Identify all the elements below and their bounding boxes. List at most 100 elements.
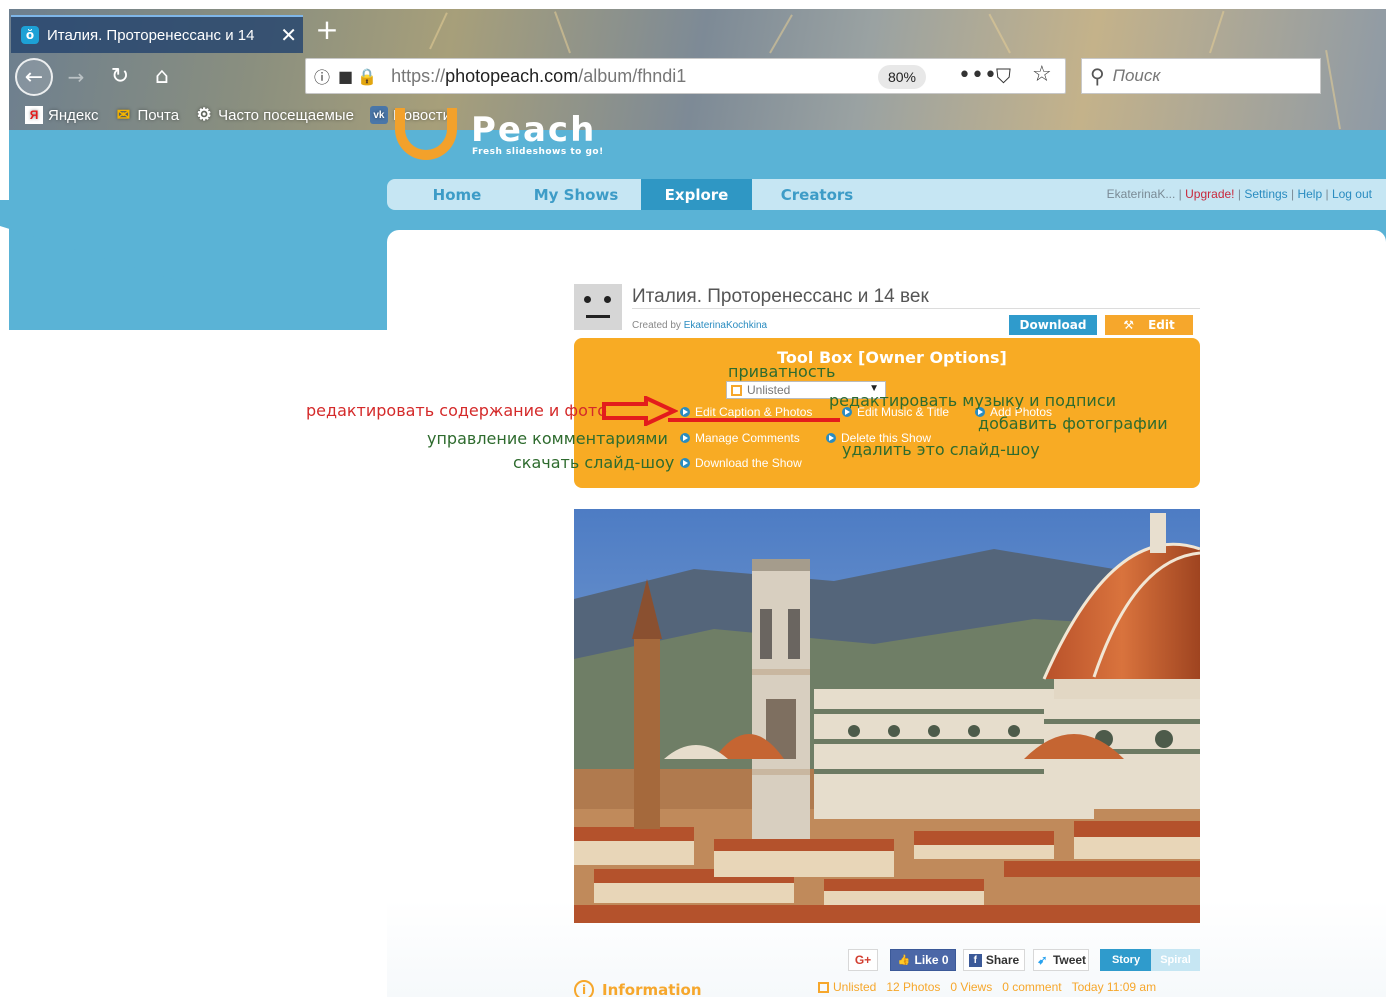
nav-creators[interactable]: Creators: [752, 179, 882, 210]
tab-bar: ŏ Италия. Проторенессанс и 14 ✕ +: [9, 9, 1386, 53]
logo-text: Peach: [471, 110, 597, 150]
annotation-download-show: скачать слайд-шоу: [513, 453, 675, 472]
browser-chrome: ŏ Италия. Проторенессанс и 14 ✕ + ← → ↻ …: [9, 9, 1386, 130]
header-swoosh: [0, 200, 387, 330]
yandex-icon: Я: [25, 106, 43, 124]
like-label: Like 0: [914, 953, 949, 967]
thumbs-up-icon: 👍: [897, 954, 911, 966]
address-bar[interactable]: ⓘ ■ 🔒 https://photopeach.com/album/fhndi…: [305, 58, 1066, 94]
bookmarks-toolbar: Я Яндекс ✉ Почта ⚙ Часто посещаемые vk Н…: [9, 101, 1386, 129]
privacy-value: Unlisted: [747, 383, 791, 397]
reload-button[interactable]: ↻: [105, 61, 135, 91]
help-link[interactable]: Help: [1297, 187, 1322, 201]
facebook-like-button[interactable]: 👍 Like 0: [890, 949, 956, 971]
edit-caption-photos-link[interactable]: Edit Caption & Photos: [680, 405, 812, 419]
bookmark-mail[interactable]: ✉ Почта: [114, 106, 180, 125]
annotation-edit-music: редактировать музыку и подписи: [829, 391, 1117, 410]
nav-explore[interactable]: Explore: [641, 179, 752, 210]
avatar-mouth: [586, 315, 610, 318]
peach-logo-icon: [395, 108, 457, 160]
pocket-icon[interactable]: ⛉: [996, 64, 1011, 88]
annotation-underline: [668, 418, 840, 422]
option-label: Manage Comments: [695, 431, 800, 445]
logo-tagline: Fresh slideshows to go!: [472, 147, 604, 157]
stat-privacy: Unlisted: [833, 980, 877, 994]
screen: ŏ Италия. Проторенессанс и 14 ✕ + ← → ↻ …: [0, 0, 1386, 997]
info-icon[interactable]: ⓘ: [314, 64, 330, 88]
new-tab-button[interactable]: +: [312, 16, 342, 46]
show-stats: Unlisted 12 Photos 0 Views 0 comment Tod…: [818, 980, 1166, 994]
search-placeholder: Поиск: [1112, 66, 1161, 85]
stat-photos: 12 Photos: [886, 980, 941, 994]
toolbox-title: Tool Box [Owner Options]: [777, 348, 1007, 367]
annotation-manage-comments: управление комментариями: [427, 429, 668, 448]
logout-link[interactable]: Log out: [1332, 187, 1372, 201]
mail-icon: ✉: [116, 107, 131, 124]
edit-label: Edit: [1148, 318, 1175, 332]
bookmark-most-visited[interactable]: ⚙ Часто посещаемые: [195, 105, 354, 124]
url-text: https://photopeach.com/album/fhndi1: [391, 65, 687, 86]
lock-icon[interactable]: 🔒: [357, 67, 377, 86]
browser-tab[interactable]: ŏ Италия. Проторенессанс и 14 ✕: [11, 15, 303, 53]
bookmark-yandex[interactable]: Я Яндекс: [25, 106, 98, 124]
user-name[interactable]: EkaterinaK...: [1107, 187, 1176, 201]
stat-views: 0 Views: [950, 980, 993, 994]
google-plus-button[interactable]: G+: [848, 949, 878, 971]
play-bullet-icon: [680, 407, 690, 417]
edit-button[interactable]: ⚒ Edit: [1105, 315, 1193, 335]
bookmark-label: Почта: [137, 106, 180, 124]
information-heading: i Information: [574, 980, 702, 997]
upgrade-link[interactable]: Upgrade!: [1185, 187, 1234, 201]
home-button[interactable]: ⌂: [147, 61, 177, 91]
settings-link[interactable]: Settings: [1244, 187, 1287, 201]
story-view-button[interactable]: Story: [1100, 949, 1152, 971]
wrench-icon: ⚒: [1123, 318, 1135, 332]
tweet-button[interactable]: ➹ Tweet: [1033, 949, 1089, 971]
forward-button[interactable]: →: [61, 62, 91, 92]
avatar[interactable]: [574, 284, 622, 330]
stat-comments: 0 comment: [1002, 980, 1062, 994]
avatar-eye: [604, 296, 611, 303]
author-link[interactable]: EkaterinaKochkina: [684, 320, 767, 331]
avatar-eye: [584, 296, 591, 303]
facebook-share-button[interactable]: f Share: [963, 949, 1025, 971]
site-logo[interactable]: Peach Fresh slideshows to go!: [395, 108, 655, 160]
nav-home[interactable]: Home: [387, 179, 527, 210]
share-label: Share: [985, 953, 1020, 967]
annotation-edit-content: редактировать содержание и фото: [306, 401, 607, 420]
stat-date: Today 11:09 am: [1071, 980, 1157, 994]
search-icon: ⚲: [1090, 64, 1105, 88]
facebook-icon: f: [968, 953, 982, 967]
download-button[interactable]: Download: [1009, 315, 1097, 335]
close-icon[interactable]: ✕: [280, 23, 297, 47]
title-divider: [632, 308, 1200, 309]
checkbox-icon: [731, 384, 742, 396]
annotation-privacy: приватность: [728, 362, 836, 381]
play-bullet-icon: [826, 433, 836, 443]
option-label: Download the Show: [695, 456, 802, 470]
photopeach-favicon-icon: ŏ: [21, 26, 39, 44]
gear-icon: ⚙: [196, 105, 212, 124]
zoom-level-badge[interactable]: 80%: [878, 65, 926, 89]
bookmark-label: Часто посещаемые: [218, 106, 354, 124]
show-cover-photo[interactable]: [574, 509, 1200, 923]
more-actions-icon[interactable]: •••: [958, 63, 997, 88]
manage-comments-link[interactable]: Manage Comments: [680, 431, 800, 445]
tab-title: Италия. Проторенессанс и 14: [47, 26, 255, 44]
red-arrow-icon: [602, 396, 678, 426]
twitter-bird-icon: ➹: [1037, 953, 1048, 967]
tweet-label: Tweet: [1052, 953, 1087, 967]
navigation-toolbar: ← → ↻ ⌂ ⓘ ■ 🔒 https://photopeach.com/alb…: [9, 53, 1386, 99]
nav-my-shows[interactable]: My Shows: [520, 179, 632, 210]
download-show-link[interactable]: Download the Show: [680, 456, 802, 470]
back-button[interactable]: ←: [15, 58, 53, 96]
created-by-label: Created by: [632, 320, 681, 331]
spiral-view-button[interactable]: Spiral: [1151, 949, 1200, 971]
option-label: Edit Caption & Photos: [695, 405, 813, 419]
camera-permission-icon[interactable]: ■: [338, 67, 353, 86]
vk-icon: vk: [369, 106, 388, 124]
search-bar[interactable]: ⚲ Поиск: [1081, 58, 1321, 94]
information-label: Information: [602, 981, 702, 997]
info-circle-icon: i: [574, 980, 594, 997]
bookmark-star-icon[interactable]: ☆: [1032, 62, 1052, 87]
